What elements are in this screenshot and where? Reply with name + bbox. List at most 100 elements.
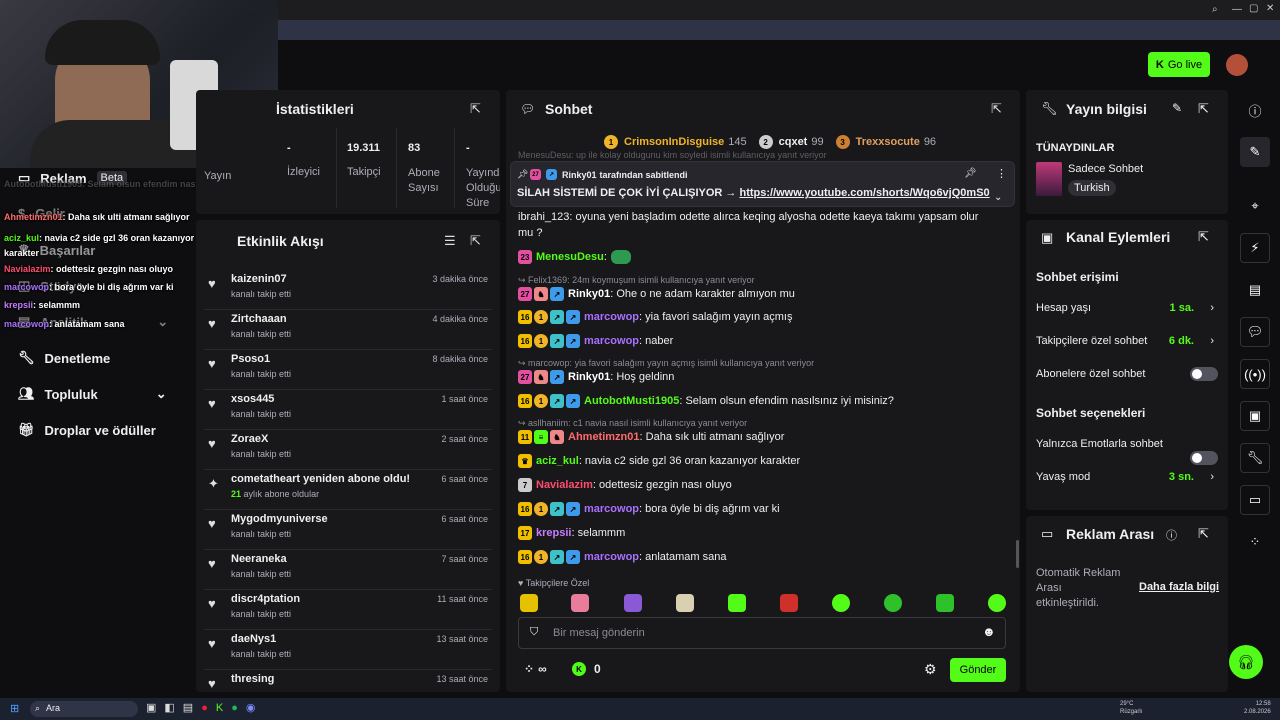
more-info-link[interactable]: Daha fazla bilgi [1139, 581, 1219, 593]
more-icon[interactable]: ⋮ [996, 167, 1007, 180]
activity-item: ♥ discr4ptation kanalı takip etti 11 saat ö… [204, 590, 492, 630]
sub-badge-icon: 16 [518, 394, 532, 408]
activity-sub: kanalı takip etti [231, 569, 292, 579]
maximize-icon[interactable]: ▢ [1249, 3, 1258, 14]
activity-time: 13 saat önce [436, 634, 488, 644]
emote[interactable] [988, 594, 1006, 612]
go-live-button[interactable]: K Go live [1148, 52, 1210, 77]
emote[interactable] [520, 594, 538, 612]
edit-icon[interactable]: ✎ [1240, 137, 1270, 167]
send-button[interactable]: Gönder [950, 658, 1006, 682]
wrench-icon[interactable]: 🔧︎ [1240, 443, 1270, 473]
chat-username[interactable]: Navialazim [536, 479, 593, 491]
popout-icon[interactable]: ⇱ [1198, 229, 1209, 245]
emote[interactable] [676, 594, 694, 612]
unpin-icon[interactable]: 📌︎ [964, 168, 977, 179]
close-icon[interactable]: ✕ [1266, 3, 1274, 14]
stream-title: TÜNAYDINLAR [1036, 142, 1115, 154]
emote-only-toggle[interactable] [1190, 451, 1218, 465]
followers-chat-row[interactable]: Takipçilere özel sohbet 6 dk. › [1036, 335, 1220, 347]
pinned-link[interactable]: https://www.youtube.com/shorts/Wqo6vjQ0m… [739, 187, 989, 199]
kick-points[interactable]: K0 [572, 662, 601, 676]
activity-time: 6 saat önce [441, 514, 488, 524]
chat-username[interactable]: AutobotMusti1905 [584, 395, 679, 407]
actions-icon: ▣ [1041, 230, 1054, 245]
emote[interactable] [728, 594, 746, 612]
filter-icon[interactable]: ☰ [444, 233, 456, 249]
emote[interactable] [936, 594, 954, 612]
avatar[interactable] [1226, 54, 1248, 76]
stream-info-title: Yayın bilgisi [1066, 101, 1147, 117]
sub-badge-icon: 16 [518, 502, 532, 516]
activity-sub: kanalı takip etti [231, 369, 292, 379]
popout-icon[interactable]: ⇱ [1198, 101, 1209, 117]
chat-username[interactable]: aciz_kul [536, 455, 579, 467]
emote[interactable] [624, 594, 642, 612]
chat-text: : odettesiz gezgin nası oluyo [592, 479, 732, 491]
category-name[interactable]: Sadece Sohbet [1068, 163, 1143, 175]
window-icon[interactable]: ▭ [1240, 485, 1270, 515]
chat-username[interactable]: MenesuDesu [536, 251, 604, 263]
chat-username[interactable]: Rinky01 [568, 288, 610, 300]
popout-icon[interactable]: ⇱ [1198, 526, 1209, 542]
lightning-icon[interactable]: ⚡︎ [1240, 233, 1270, 263]
points-icon: ⁘ [524, 662, 535, 676]
settings-gear-icon[interactable]: ⚙ [924, 661, 937, 678]
activity-name: discr4ptation [231, 593, 301, 605]
emote[interactable] [832, 594, 850, 612]
edit-icon[interactable]: ✎ [1172, 101, 1182, 115]
focus-icon[interactable]: ⌖ [1240, 191, 1270, 221]
chat-scrollbar[interactable] [1016, 540, 1019, 568]
account-age-row[interactable]: Hesap yaşı 1 sa. › [1036, 302, 1220, 314]
channel-points[interactable]: ⁘ ∞ [524, 662, 547, 676]
reply-icon: ↪ [518, 275, 529, 285]
chat-message: ibrahi_123: oyuna yeni başladım odette a… [518, 211, 979, 223]
heart-icon: ♥ [208, 516, 216, 531]
activity-time: 8 dakika önce [432, 354, 488, 364]
layout-icon[interactable]: ▣ [1240, 401, 1270, 431]
popout-icon[interactable]: ⇱ [470, 233, 481, 249]
chat-username[interactable]: marcowop [584, 335, 639, 347]
sparkle-icon: ✦ [208, 476, 219, 491]
minimize-icon[interactable]: — [1232, 4, 1242, 15]
chat-username[interactable]: Ahmetimzn01 [568, 431, 640, 443]
wrench-icon: 🔧︎ [1041, 101, 1058, 116]
info-icon[interactable]: ⓘ [1240, 95, 1270, 125]
slow-mode-row[interactable]: Yavaş mod 3 sn. › [1036, 471, 1220, 483]
popout-icon[interactable]: ⇱ [991, 101, 1002, 117]
chat-username[interactable]: marcowop [584, 503, 639, 515]
stat-label: Abone Sayısı [408, 167, 440, 194]
nav-topluluk[interactable]: 👥︎ Topluluk ⌄ [18, 386, 167, 402]
activity-item: ♥ xsos445 kanalı takip etti 1 saat önce [204, 390, 492, 430]
chevron-down-icon[interactable]: ⌄ [994, 192, 1002, 203]
document-icon[interactable]: ▤ [1240, 275, 1270, 305]
support-headset-icon[interactable]: 🎧︎ [1229, 645, 1263, 679]
overlay-chat-line: marcowop: bora öyle bi diş ağrım var ki [4, 282, 174, 292]
chat-username[interactable]: marcowop [584, 551, 639, 563]
chevron-down-icon: ⌄ [155, 386, 167, 401]
subs-chat-toggle[interactable] [1190, 367, 1218, 381]
overlay-chat-line: aciz_kul: navia c2 side gzl 36 oran kaza… [4, 233, 195, 258]
chat-username[interactable]: Rinky01 [568, 371, 610, 383]
emoji-icon[interactable]: ☻ [982, 624, 996, 639]
chat-icon[interactable]: 💬︎ [1240, 317, 1270, 347]
chat-username[interactable]: marcowop [584, 311, 639, 323]
emote[interactable] [571, 594, 589, 612]
chat-username[interactable]: krepsii [536, 527, 571, 539]
info-icon[interactable]: ⓘ [1166, 527, 1177, 543]
nav-denetleme[interactable]: 🔧︎ Denetleme [18, 350, 110, 366]
emote[interactable] [780, 594, 798, 612]
chat-title: Sohbet [545, 101, 593, 117]
points-icon[interactable]: ⁘ [1240, 527, 1270, 557]
nav-droplar[interactable]: 🎁︎ Droplar ve ödüller [18, 422, 156, 438]
search-icon[interactable]: ⌕ [1212, 4, 1218, 15]
taskbar-search[interactable]: ⌕ Ara [30, 701, 138, 717]
emote[interactable] [884, 594, 902, 612]
stat-label: İzleyici [287, 166, 321, 178]
broadcast-icon[interactable]: ((•)) [1240, 359, 1270, 389]
chat-message: 16 1 ↗ ↗ marcowop: bora öyle bi diş ağrım va… [518, 502, 780, 516]
chat-message: 23 MenesuDesu: [518, 250, 631, 264]
windows-start-icon[interactable]: ⊞ [10, 702, 19, 715]
popout-icon[interactable]: ⇱ [470, 101, 481, 117]
taskbar-app-icons[interactable]: ▣◧▤●K●◉ [146, 701, 263, 714]
